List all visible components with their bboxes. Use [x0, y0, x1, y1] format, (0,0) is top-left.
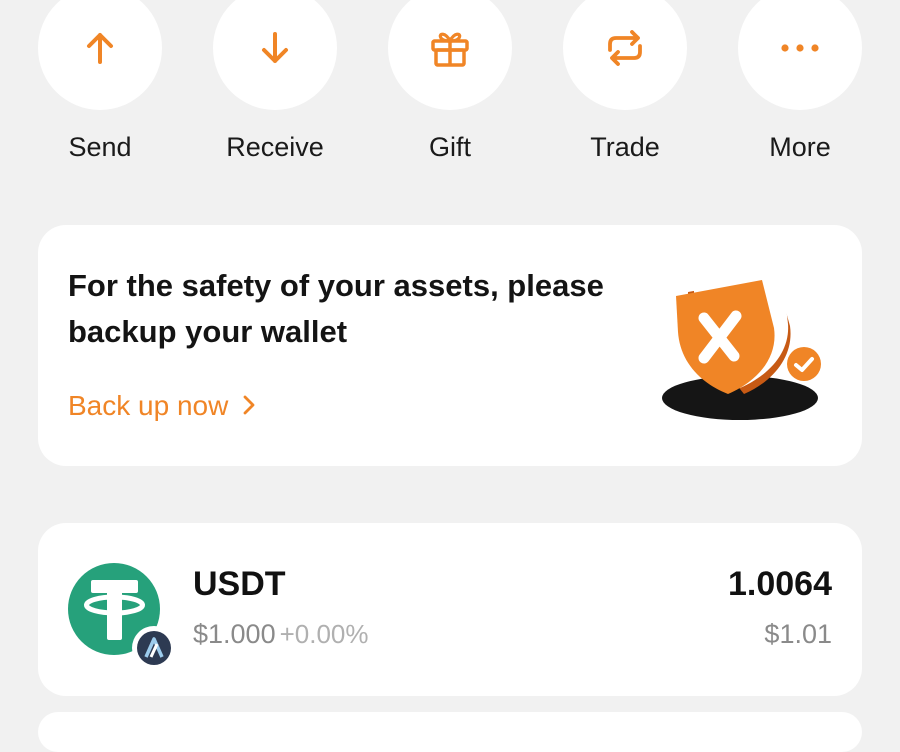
more-label: More [769, 132, 831, 162]
asset-price: $1.000 +0.00% [193, 619, 369, 650]
send-button[interactable]: Send [38, 0, 162, 163]
swap-icon [608, 30, 642, 66]
more-dots-icon [781, 44, 819, 52]
gift-label: Gift [428, 132, 471, 162]
trade-button[interactable]: Trade [563, 0, 687, 163]
receive-button[interactable]: Receive [213, 0, 337, 163]
quick-actions: Send Receive Gift Trade More [0, 0, 900, 180]
backup-link-label: Back up now [68, 390, 229, 421]
chevron-right-icon [243, 395, 255, 415]
asset-price-change: +0.00% [279, 619, 369, 649]
receive-label: Receive [226, 132, 324, 162]
gift-icon [431, 32, 469, 67]
asset-price-value: $1.000 [193, 619, 276, 649]
gift-button[interactable]: Gift [388, 0, 512, 163]
more-button[interactable]: More [738, 0, 862, 163]
asset-amount: 1.0064 [728, 565, 832, 603]
trade-label: Trade [590, 132, 660, 162]
asset-symbol: USDT [193, 565, 286, 603]
shield-illustration [662, 272, 821, 420]
more-circle[interactable] [738, 0, 862, 110]
arrow-up-icon [87, 33, 113, 64]
asset-fiat-value: $1.01 [764, 619, 832, 649]
tether-logo [68, 563, 176, 670]
send-circle[interactable] [38, 0, 162, 110]
gift-circle[interactable] [388, 0, 512, 110]
trade-circle[interactable] [563, 0, 687, 110]
asset-row-next[interactable] [38, 712, 862, 752]
backup-card: For the safety of your assets, please ba… [38, 225, 862, 466]
backup-now-link[interactable]: Back up now [68, 390, 258, 422]
send-label: Send [68, 132, 132, 162]
backup-title: For the safety of your assets, please ba… [68, 268, 604, 349]
asset-row-usdt[interactable]: USDT $1.000 +0.00% 1.0064 $1.01 [38, 523, 862, 696]
arrow-down-icon [262, 32, 288, 63]
receive-circle[interactable] [213, 0, 337, 110]
